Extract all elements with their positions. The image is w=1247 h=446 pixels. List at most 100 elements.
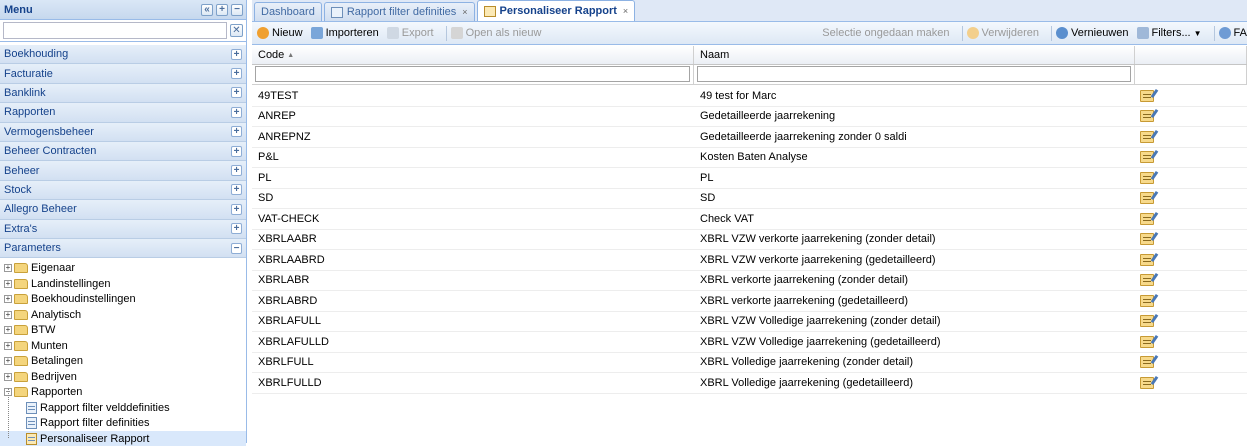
edit-report-icon[interactable] <box>1140 212 1154 225</box>
tree-leaf[interactable]: Rapport filter definities <box>0 415 246 431</box>
menu-section[interactable]: Parameters − <box>0 238 246 259</box>
tree-toggle-icon[interactable]: + <box>4 326 12 335</box>
favorites-button[interactable]: FA <box>1218 27 1247 39</box>
edit-report-icon[interactable] <box>1140 356 1154 369</box>
filters-button[interactable]: Filters... ▼ <box>1136 27 1202 39</box>
table-row[interactable]: VAT-CHECK Check VAT <box>252 209 1247 230</box>
edit-report-icon[interactable] <box>1140 110 1154 123</box>
parameters-tree: + Eigenaar + Landinstellingen + Boekhoudin… <box>0 258 246 446</box>
close-icon[interactable]: × <box>462 7 467 17</box>
expand-all-icon[interactable]: + <box>216 3 228 16</box>
delete-button[interactable]: Verwijderen <box>966 27 1039 39</box>
cell-code: XBRLFULL <box>258 356 314 369</box>
edit-report-icon[interactable] <box>1140 151 1154 164</box>
tree-folder[interactable]: + Eigenaar <box>0 260 246 276</box>
open-as-new-button[interactable]: Open als nieuw <box>450 27 541 39</box>
collapse-menu-icon[interactable]: « <box>201 3 213 16</box>
tree-folder[interactable]: − Rapporten <box>0 384 246 400</box>
menu-section[interactable]: Facturatie + <box>0 64 246 84</box>
menu-section[interactable]: Beheer Contracten + <box>0 141 246 162</box>
menu-section[interactable]: Vermogensbeheer + <box>0 122 246 142</box>
tree-toggle-icon[interactable]: + <box>4 295 12 304</box>
menu-section[interactable]: Beheer + <box>0 161 246 181</box>
expand-icon[interactable]: + <box>231 68 242 80</box>
menu-section[interactable]: Rapporten + <box>0 103 246 123</box>
tree-toggle-icon[interactable]: + <box>4 372 12 381</box>
tab-bar: Dashboard Rapport filter definities × Perso… <box>252 0 1247 22</box>
edit-report-icon[interactable] <box>1140 192 1154 205</box>
table-row[interactable]: XBRLABR XBRL verkorte jaarrekening (zond… <box>252 271 1247 291</box>
tab[interactable]: Dashboard <box>254 2 322 21</box>
tree-folder[interactable]: + Bedrijven <box>0 369 246 385</box>
collapse-all-icon[interactable]: − <box>231 3 243 16</box>
table-row[interactable]: XBRLABRD XBRL verkorte jaarrekening (ged… <box>252 291 1247 312</box>
import-button[interactable]: Importeren <box>310 27 379 39</box>
tab[interactable]: Personaliseer Rapport × <box>476 0 636 21</box>
close-icon[interactable]: × <box>623 6 628 16</box>
expand-icon[interactable]: + <box>231 48 242 60</box>
table-row[interactable]: XBRLFULL XBRL Volledige jaarrekening (zo… <box>252 353 1247 373</box>
table-row[interactable]: PL PL <box>252 168 1247 189</box>
edit-report-icon[interactable] <box>1140 89 1154 102</box>
export-icon <box>386 27 399 39</box>
menu-section[interactable]: Extra's + <box>0 219 246 239</box>
edit-report-icon[interactable] <box>1140 294 1154 307</box>
table-row[interactable]: ANREPNZ Gedetailleerde jaarrekening zond… <box>252 127 1247 148</box>
menu-section[interactable]: Stock + <box>0 180 246 201</box>
menu-search-input[interactable] <box>3 22 227 39</box>
table-row[interactable]: ANREP Gedetailleerde jaarrekening <box>252 107 1247 127</box>
table-row[interactable]: XBRLAABRD XBRL VZW verkorte jaarrekening… <box>252 250 1247 271</box>
undo-selection-button[interactable]: Selectie ongedaan maken <box>822 27 949 39</box>
tree-folder[interactable]: + Boekhoudinstellingen <box>0 291 246 307</box>
expand-icon[interactable]: + <box>231 145 242 157</box>
table-row[interactable]: XBRLAFULLD XBRL VZW Volledige jaarrekeni… <box>252 332 1247 353</box>
table-row[interactable]: P&L Kosten Baten Analyse <box>252 148 1247 168</box>
tab[interactable]: Rapport filter definities × <box>323 2 475 21</box>
tree-toggle-icon[interactable]: + <box>4 341 12 350</box>
tree-leaf[interactable]: Rapport filter velddefinities <box>0 400 246 416</box>
table-row[interactable]: XBRLAFULL XBRL VZW Volledige jaarrekenin… <box>252 312 1247 332</box>
edit-report-icon[interactable] <box>1140 253 1154 266</box>
expand-icon[interactable]: + <box>231 126 242 138</box>
edit-report-icon[interactable] <box>1140 376 1154 389</box>
expand-icon[interactable]: + <box>231 203 242 215</box>
menu-section[interactable]: Allegro Beheer + <box>0 200 246 220</box>
menu-section[interactable]: Banklink + <box>0 83 246 104</box>
collapse-icon[interactable]: − <box>231 242 242 254</box>
expand-icon[interactable]: + <box>231 87 242 99</box>
tree-folder[interactable]: + Munten <box>0 338 246 354</box>
edit-report-icon[interactable] <box>1140 130 1154 143</box>
edit-report-icon[interactable] <box>1140 171 1154 184</box>
table-row[interactable]: XBRLFULLD XBRL Volledige jaarrekening (g… <box>252 373 1247 394</box>
menu-section-label: Boekhouding <box>4 48 69 61</box>
tree-toggle-icon[interactable]: + <box>4 310 12 319</box>
tree-folder[interactable]: + Analytisch <box>0 307 246 323</box>
clear-search-icon[interactable]: ✕ <box>230 24 243 37</box>
filter-name-input[interactable] <box>697 66 1131 82</box>
tree-folder[interactable]: + Betalingen <box>0 353 246 369</box>
refresh-button[interactable]: Vernieuwen <box>1056 27 1129 39</box>
export-button[interactable]: Export <box>386 27 434 39</box>
expand-icon[interactable]: + <box>231 184 242 196</box>
tree-leaf[interactable]: Personaliseer Rapport <box>0 430 246 446</box>
filter-code-input[interactable] <box>255 66 690 82</box>
table-row[interactable]: XBRLAABR XBRL VZW verkorte jaarrekening … <box>252 230 1247 250</box>
new-button[interactable]: Nieuw <box>257 27 303 39</box>
edit-report-icon[interactable] <box>1140 233 1154 246</box>
expand-icon[interactable]: + <box>231 165 242 177</box>
column-code[interactable]: Code ▲ <box>252 46 694 64</box>
table-row[interactable]: SD SD <box>252 189 1247 209</box>
tree-folder[interactable]: + Landinstellingen <box>0 276 246 292</box>
edit-report-icon[interactable] <box>1140 274 1154 287</box>
tree-folder[interactable]: + BTW <box>0 322 246 338</box>
edit-report-icon[interactable] <box>1140 335 1154 348</box>
column-name[interactable]: Naam <box>694 46 1135 64</box>
expand-icon[interactable]: + <box>231 223 242 235</box>
table-row[interactable]: 49TEST 49 test for Marc <box>252 86 1247 107</box>
tree-toggle-icon[interactable]: + <box>4 264 12 273</box>
tree-toggle-icon[interactable]: + <box>4 279 12 288</box>
edit-report-icon[interactable] <box>1140 315 1154 328</box>
expand-icon[interactable]: + <box>231 106 242 118</box>
tree-toggle-icon[interactable]: + <box>4 357 12 366</box>
menu-section[interactable]: Boekhouding + <box>0 45 246 65</box>
